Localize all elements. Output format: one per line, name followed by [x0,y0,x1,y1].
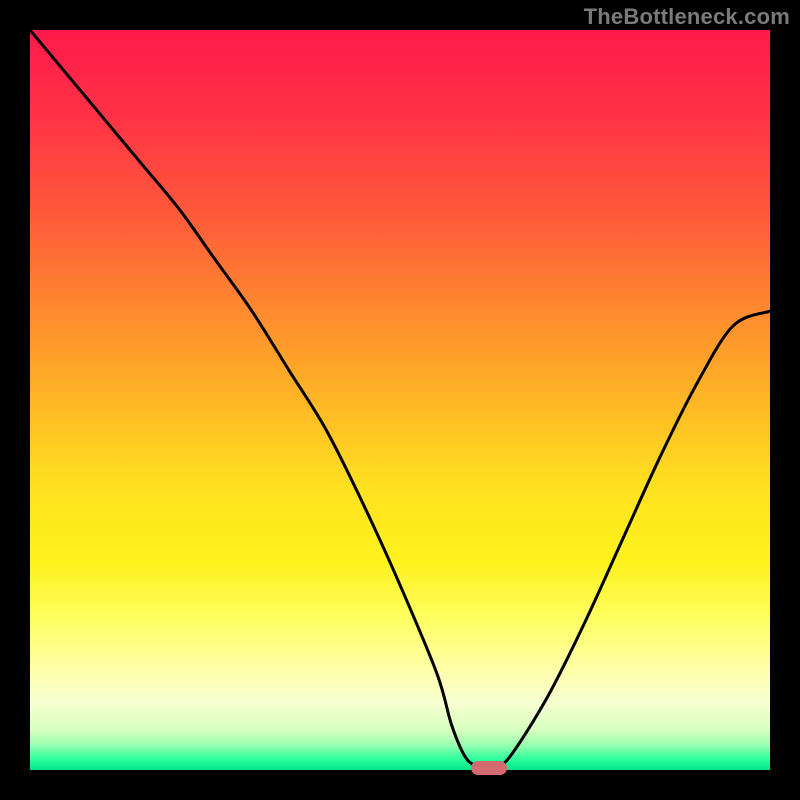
optimal-marker [471,761,507,775]
watermark-text: TheBottleneck.com [584,4,790,30]
plot-area [30,30,770,770]
bottleneck-curve [30,30,770,767]
chart-frame: TheBottleneck.com [0,0,800,800]
curve-layer [30,30,770,770]
